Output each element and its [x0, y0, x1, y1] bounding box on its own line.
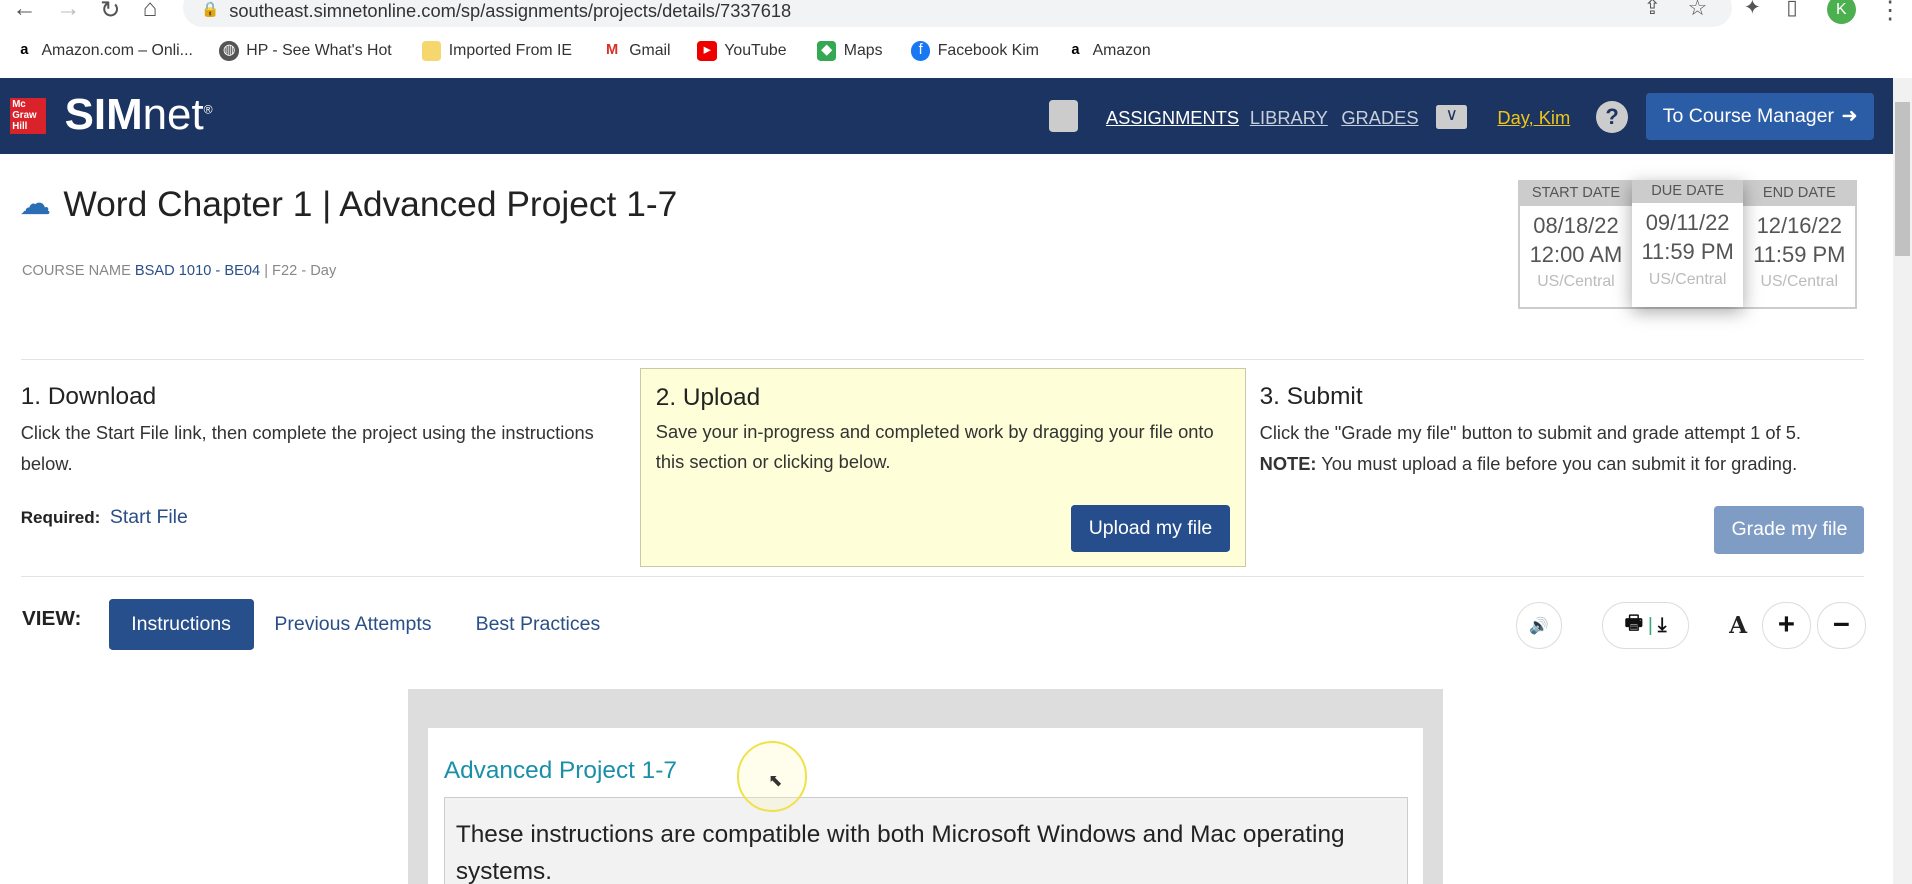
- bookmark[interactable]: ▸ YouTube: [697, 41, 787, 61]
- bookmark[interactable]: M Gmail: [602, 41, 671, 61]
- user-link[interactable]: Day, Kim: [1497, 107, 1570, 129]
- course-info: COURSE NAME BSAD 1010 - BE04 | F22 - Day: [22, 263, 336, 279]
- star-icon[interactable]: ☆: [1688, 0, 1708, 21]
- end-date: END DATE 12/16/22 11:59 PM US/Central: [1743, 182, 1856, 306]
- step-title: 3. Submit: [1259, 382, 1363, 410]
- mcgraw-hill-logo: Mc Graw Hill: [9, 97, 47, 135]
- date-value: 09/11/22: [1645, 210, 1730, 236]
- upload-button[interactable]: Upload my file: [1070, 504, 1231, 553]
- step-text: Save your in-progress and completed work…: [655, 420, 1214, 473]
- forward-icon[interactable]: →: [56, 0, 80, 23]
- bookmark-label: Maps: [843, 42, 883, 60]
- time-value: 11:59 PM: [1641, 239, 1734, 265]
- download-icon[interactable]: ⤓: [1658, 614, 1667, 637]
- reload-icon[interactable]: ↻: [100, 0, 120, 25]
- bookmark[interactable]: a Amazon: [1066, 41, 1151, 61]
- bookmark-label: Amazon.com – Onli...: [41, 42, 193, 60]
- profile-avatar[interactable]: K: [1826, 0, 1856, 25]
- bookmark-label: Facebook Kim: [937, 42, 1039, 60]
- tab-instructions[interactable]: Instructions: [108, 598, 254, 650]
- speaker-icon: 🔊: [1529, 617, 1549, 635]
- time-value: 11:59 PM: [1753, 241, 1846, 267]
- to-course-manager-button[interactable]: To Course Manager ➜: [1646, 92, 1875, 141]
- page-title: Word Chapter 1 | Advanced Project 1-7: [63, 185, 678, 225]
- bookmark[interactable]: ◆ Maps: [816, 41, 883, 61]
- step-text: Click the "Grade my file" button to subm…: [1259, 422, 1802, 444]
- step-text: Click the Start File link, then complete…: [20, 422, 594, 474]
- project-title: Advanced Project 1-7: [443, 757, 677, 785]
- mouse-cursor-icon: ⬉: [768, 770, 783, 790]
- date-value: 12/16/22: [1756, 212, 1842, 238]
- button-label: To Course Manager: [1662, 104, 1834, 127]
- audio-button[interactable]: 🔊: [1515, 602, 1563, 649]
- bookmark[interactable]: Imported From IE: [421, 41, 572, 61]
- help-icon[interactable]: ?: [1596, 101, 1628, 133]
- url-text[interactable]: southeast.simnetonline.com/sp/assignment…: [229, 0, 791, 22]
- timezone: US/Central: [1648, 270, 1727, 288]
- extensions-icon[interactable]: ✦: [1744, 0, 1761, 20]
- print-download-button[interactable]: 🖶 | ⤓: [1602, 602, 1689, 649]
- note-text: You must upload a file before you can su…: [1321, 452, 1798, 474]
- bookmark-label: Imported From IE: [448, 42, 572, 60]
- due-date: DUE DATE 09/11/22 11:59 PM US/Central: [1631, 180, 1744, 306]
- simnet-logo[interactable]: SIMnet®: [65, 90, 213, 140]
- share-icon[interactable]: ⇪: [1644, 0, 1661, 20]
- date-label: END DATE: [1743, 182, 1856, 206]
- date-table: START DATE 08/18/22 12:00 AM US/Central DUE…: [1518, 180, 1858, 309]
- menu-icon[interactable]: ⋮: [1878, 0, 1902, 25]
- bookmark-label: Amazon: [1092, 42, 1151, 60]
- increase-font-button[interactable]: +: [1762, 602, 1811, 649]
- course-suffix: | F22 - Day: [264, 263, 337, 280]
- timezone: US/Central: [1760, 273, 1839, 291]
- step-download: 1. Download Click the Start File link, t…: [21, 383, 606, 529]
- nav-library[interactable]: LIBRARY: [1250, 107, 1328, 129]
- start-date: START DATE 08/18/22 12:00 AM US/Central: [1520, 182, 1632, 306]
- divider: [20, 358, 1865, 360]
- date-value: 08/18/22: [1533, 212, 1619, 238]
- tab-best-practices[interactable]: Best Practices: [476, 613, 601, 636]
- timezone: US/Central: [1537, 273, 1615, 291]
- site-header: Mc Graw Hill SIMnet® ASSIGNMENTS LIBRARY G…: [0, 78, 1893, 154]
- lock-icon: 🔒: [201, 2, 220, 18]
- bookmark[interactable]: a Amazon.com – Onli...: [15, 41, 193, 61]
- bookmark-label: YouTube: [724, 42, 787, 60]
- cloud-lightning-icon: ☁: [19, 185, 52, 222]
- note-label: NOTE:: [1259, 452, 1317, 474]
- bookmark-label: HP - See What's Hot: [246, 42, 392, 60]
- date-label: START DATE: [1520, 182, 1632, 206]
- sidepanel-icon[interactable]: ▯: [1786, 0, 1797, 20]
- bookmark[interactable]: f Facebook Kim: [910, 41, 1039, 61]
- browser-toolbar: ← → ↻ ⌂ 🔒 southeast.simnetonline.com/sp/…: [0, 0, 1912, 35]
- course-name: BSAD 1010 - BE04: [134, 263, 261, 280]
- nav-assignments[interactable]: ASSIGNMENTS: [1106, 107, 1239, 129]
- decrease-font-button[interactable]: −: [1816, 602, 1866, 649]
- step-submit: 3. Submit Click the "Grade my file" butt…: [1260, 383, 1870, 479]
- bookmark[interactable]: ◍ HP - See What's Hot: [219, 41, 392, 61]
- date-label: DUE DATE: [1631, 180, 1744, 204]
- step-title: 1. Download: [20, 382, 157, 410]
- view-label: VIEW:: [21, 607, 82, 631]
- tab-previous-attempts[interactable]: Previous Attempts: [274, 613, 431, 636]
- compatibility-note: These instructions are compatible with b…: [443, 797, 1409, 884]
- divider: [20, 575, 1865, 577]
- home-icon[interactable]: ⌂: [143, 0, 158, 23]
- time-value: 12:00 AM: [1529, 241, 1623, 267]
- print-icon[interactable]: 🖶: [1625, 609, 1643, 642]
- course-label: COURSE NAME: [21, 263, 131, 280]
- step-title: 2. Upload: [655, 383, 761, 411]
- nav-grades[interactable]: GRADES: [1341, 107, 1418, 129]
- font-size-icon: A: [1729, 612, 1748, 640]
- back-icon[interactable]: ←: [12, 0, 36, 23]
- bookmark-label: Gmail: [629, 42, 671, 60]
- calendar-icon[interactable]: [1048, 99, 1078, 132]
- exit-icon: ➜: [1841, 105, 1858, 128]
- scrollbar-thumb[interactable]: [1894, 102, 1910, 257]
- mail-icon[interactable]: ∨: [1436, 104, 1467, 130]
- required-label: Required:: [20, 507, 101, 527]
- start-file-link[interactable]: Start File: [110, 506, 188, 528]
- grade-button[interactable]: Grade my file: [1714, 506, 1865, 554]
- bookmarks-bar: a Amazon.com – Onli... ◍ HP - See What's H…: [0, 37, 1912, 69]
